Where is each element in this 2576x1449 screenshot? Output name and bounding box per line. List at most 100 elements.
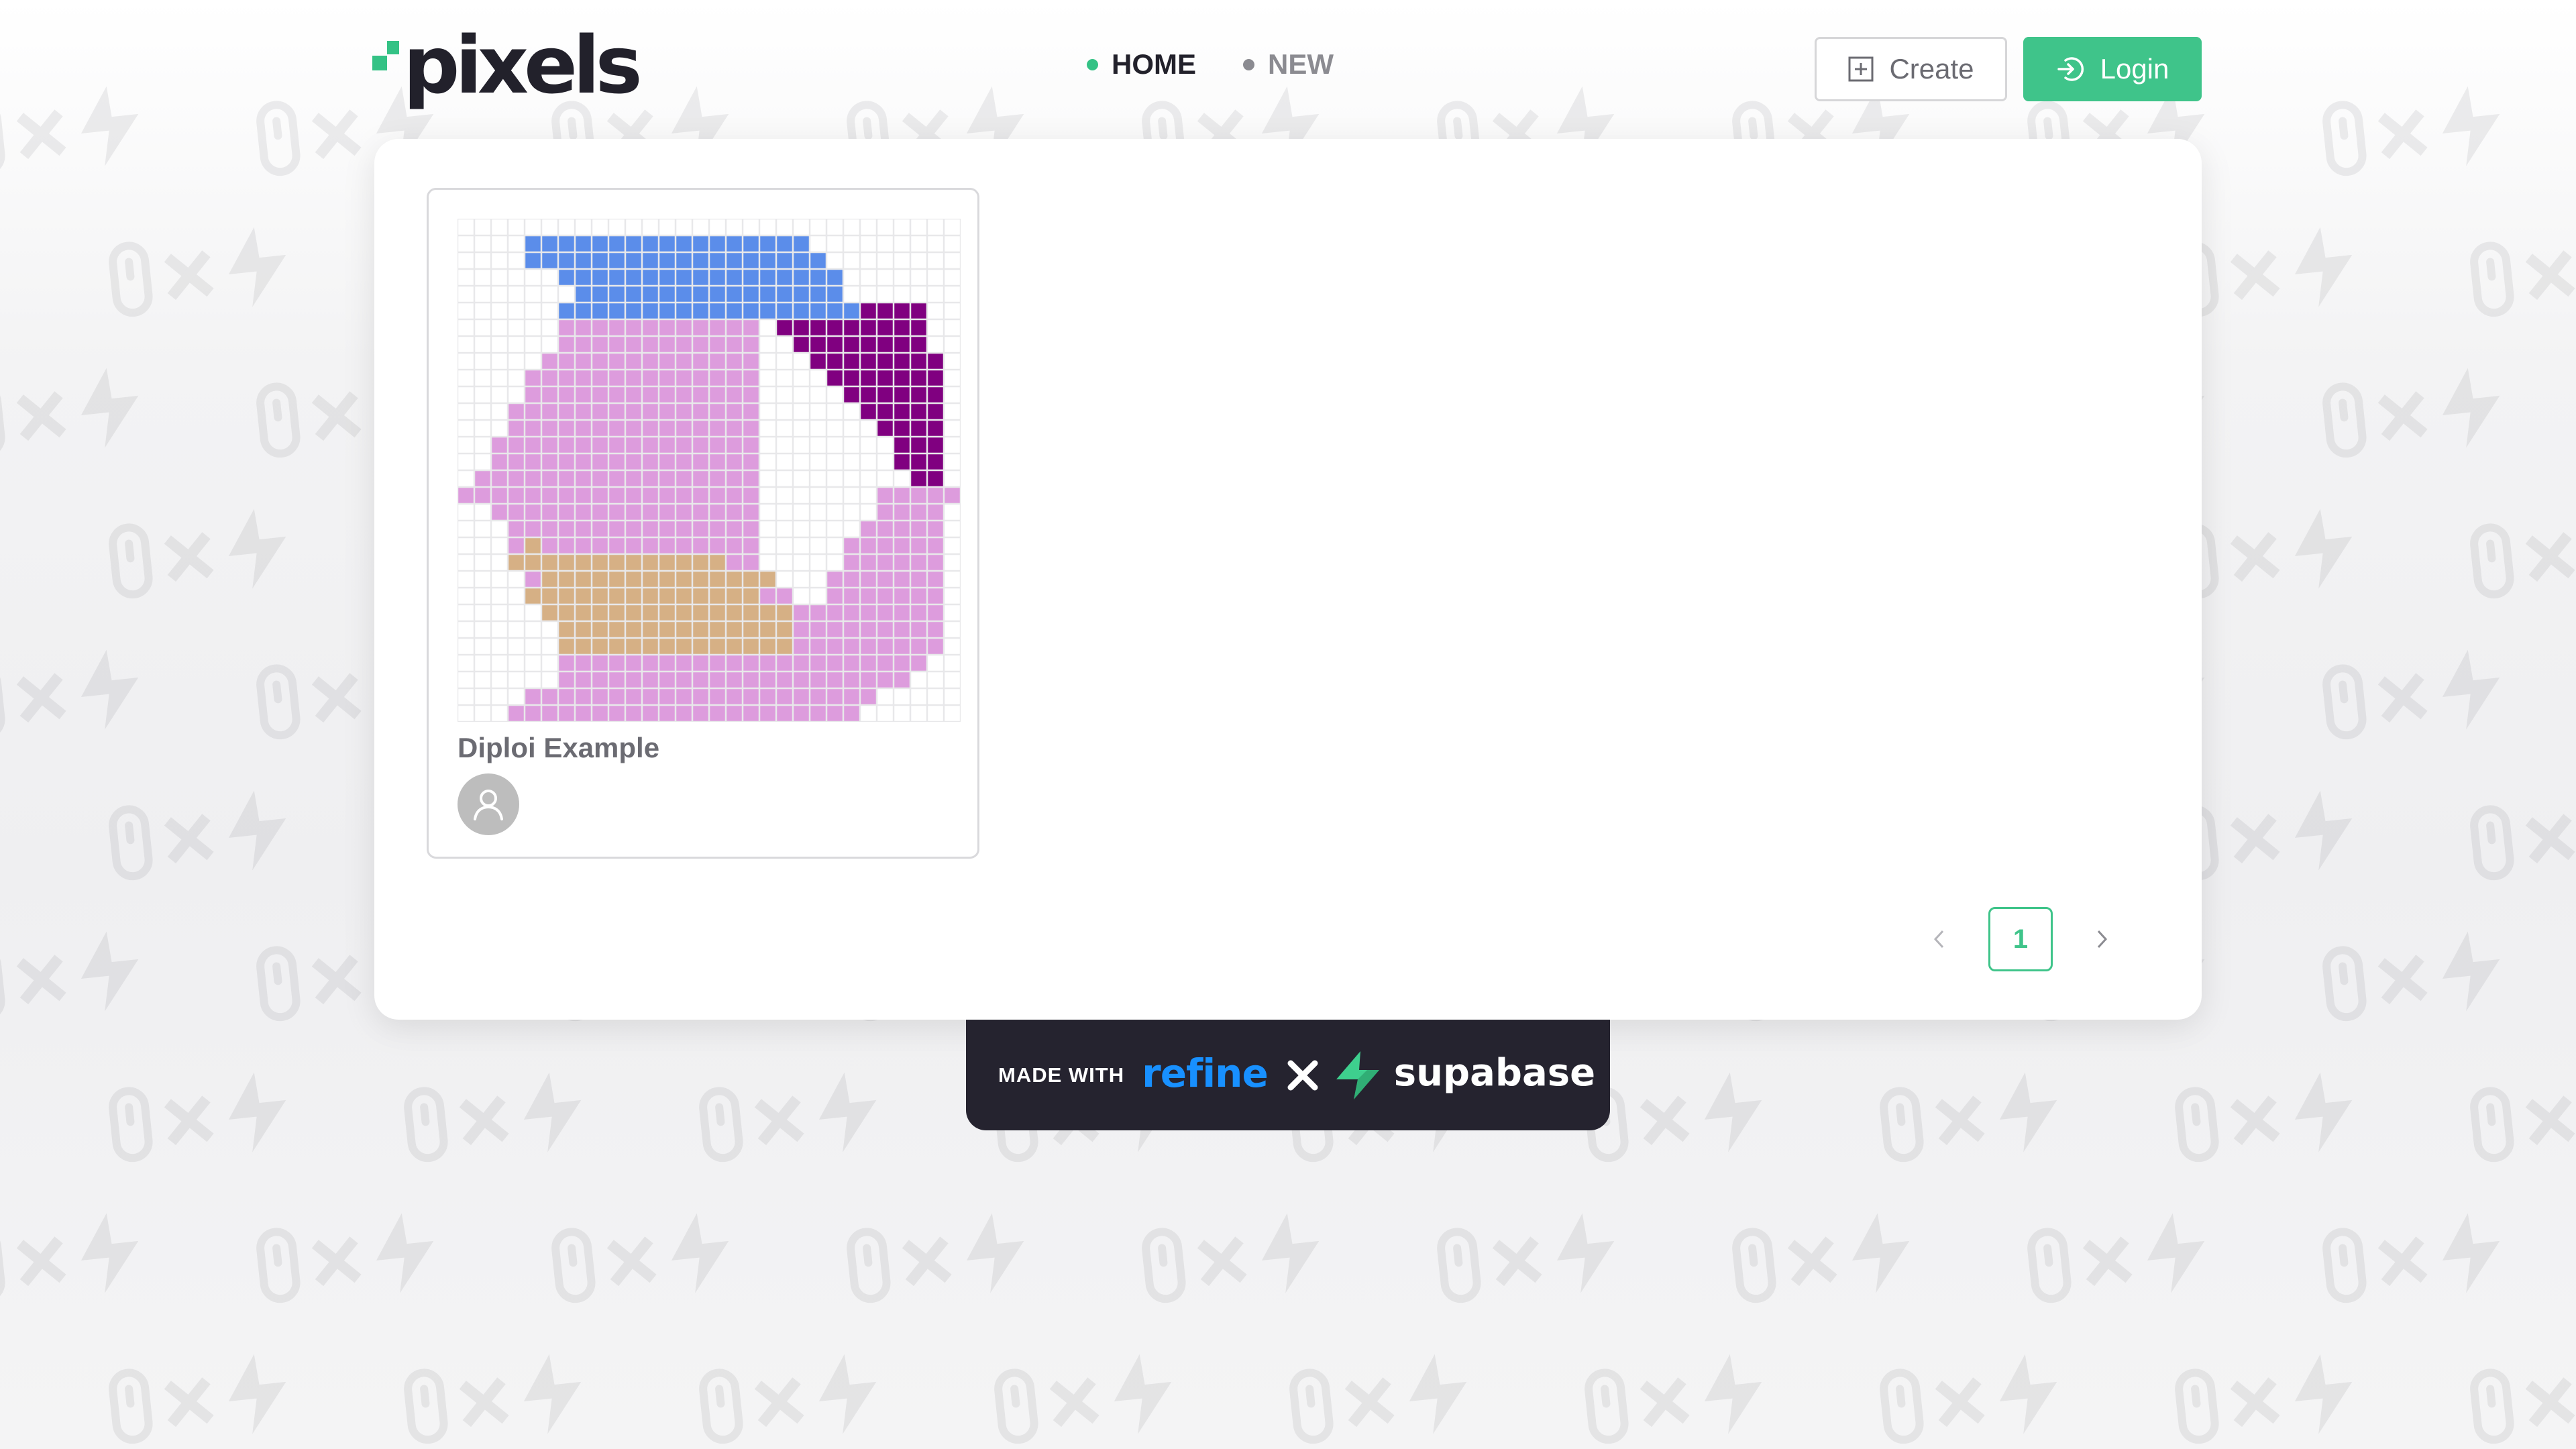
pixel-cell <box>843 285 861 303</box>
pixel-cell <box>641 486 659 504</box>
pixel-cell <box>843 470 861 488</box>
pixel-cell <box>507 570 525 588</box>
pixel-cell <box>926 235 945 253</box>
create-button[interactable]: Create <box>1815 37 2007 101</box>
pixel-cell <box>641 402 659 421</box>
pixel-cell <box>591 352 609 370</box>
pixel-cell <box>474 268 492 286</box>
pixel-cell <box>843 537 861 555</box>
pixel-cell <box>943 570 961 588</box>
pixel-cell <box>943 604 961 622</box>
pixel-cell <box>557 621 576 639</box>
pixel-cell <box>474 453 492 471</box>
next-page-button[interactable] <box>2086 924 2117 955</box>
pixel-cell <box>625 302 643 320</box>
pixel-cell <box>557 654 576 672</box>
pixel-cell <box>641 470 659 488</box>
pixel-cell <box>692 436 710 454</box>
page-number-button[interactable]: 1 <box>1988 907 2053 971</box>
pixel-cell <box>809 621 827 639</box>
nav-new[interactable]: NEW <box>1243 48 1334 80</box>
pixel-cell <box>458 637 475 655</box>
pixel-cell <box>641 520 659 538</box>
pixel-cell <box>725 587 743 605</box>
pixel-cell <box>943 436 961 454</box>
login-button[interactable]: Login <box>2023 37 2202 101</box>
pixel-cell <box>725 453 743 471</box>
pixel-cell <box>910 352 928 370</box>
pixel-cell <box>775 604 794 622</box>
pixel-cell <box>759 486 777 504</box>
pixel-cell <box>591 285 609 303</box>
background-motif <box>103 772 367 892</box>
pixel-cell <box>943 352 961 370</box>
made-with-banner[interactable]: MADE WITH refine supabase <box>966 1020 1610 1130</box>
pixel-cell <box>675 319 693 337</box>
pixel-cell <box>524 302 542 320</box>
pixel-cell <box>792 235 810 253</box>
background-motif <box>0 209 71 329</box>
pixel-cell <box>675 537 693 555</box>
pixel-cell <box>458 671 475 689</box>
pixel-cell <box>910 268 928 286</box>
pixel-cell <box>826 268 844 286</box>
pixel-cell <box>742 219 760 236</box>
pixel-cell <box>826 319 844 337</box>
pixel-cell <box>893 704 911 722</box>
pixel-cell <box>708 587 727 605</box>
pixel-cell <box>926 219 945 236</box>
pixel-cell <box>557 486 576 504</box>
background-motif <box>546 1195 810 1315</box>
pixel-cell <box>507 503 525 521</box>
pixel-cell <box>507 553 525 572</box>
pixel-cell <box>591 453 609 471</box>
pixel-cell <box>458 654 475 672</box>
pixel-cell <box>910 302 928 320</box>
pixel-cell <box>826 470 844 488</box>
pixel-cell <box>641 503 659 521</box>
pixel-cell <box>809 302 827 320</box>
pixel-cell <box>692 654 710 672</box>
pixel-cell <box>507 302 525 320</box>
pixel-cell <box>641 252 659 270</box>
pixel-cell <box>541 704 559 722</box>
pixel-cell <box>524 637 542 655</box>
pixel-cell <box>458 319 475 337</box>
pixel-cell <box>826 302 844 320</box>
pixel-cell <box>843 219 861 236</box>
pixel-cell <box>843 520 861 538</box>
background-motif <box>2317 913 2576 1033</box>
pixel-cell <box>708 319 727 337</box>
pixel-cell <box>591 235 609 253</box>
pixel-cell <box>843 587 861 605</box>
pixel-cell <box>826 604 844 622</box>
pixel-cell <box>708 219 727 236</box>
pixel-cell <box>507 369 525 387</box>
prev-page-button[interactable] <box>1924 924 1955 955</box>
pixel-cell <box>625 520 643 538</box>
pixel-canvas-preview <box>458 219 961 722</box>
pixel-cell <box>591 386 609 404</box>
pixel-cell <box>809 688 827 706</box>
pixel-cell <box>759 470 777 488</box>
pixel-cell <box>541 235 559 253</box>
pixel-cell <box>708 470 727 488</box>
pixel-cell <box>926 637 945 655</box>
pixel-cell <box>658 252 676 270</box>
canvas-card[interactable]: Diploi Example <box>427 188 979 859</box>
pixel-cell <box>742 537 760 555</box>
pixel-cell <box>557 419 576 437</box>
pixel-cell <box>625 268 643 286</box>
nav-home[interactable]: HOME <box>1087 48 1196 80</box>
pixel-cell <box>943 219 961 236</box>
pixel-cell <box>574 587 592 605</box>
pixel-cell <box>843 419 861 437</box>
pixel-cell <box>474 587 492 605</box>
background-motif <box>103 490 367 610</box>
pixel-cell <box>708 436 727 454</box>
pixel-cell <box>859 570 877 588</box>
pixel-cell <box>507 419 525 437</box>
pixel-cell <box>490 654 508 672</box>
logo[interactable]: pixels <box>372 25 643 110</box>
pixel-cell <box>926 604 945 622</box>
